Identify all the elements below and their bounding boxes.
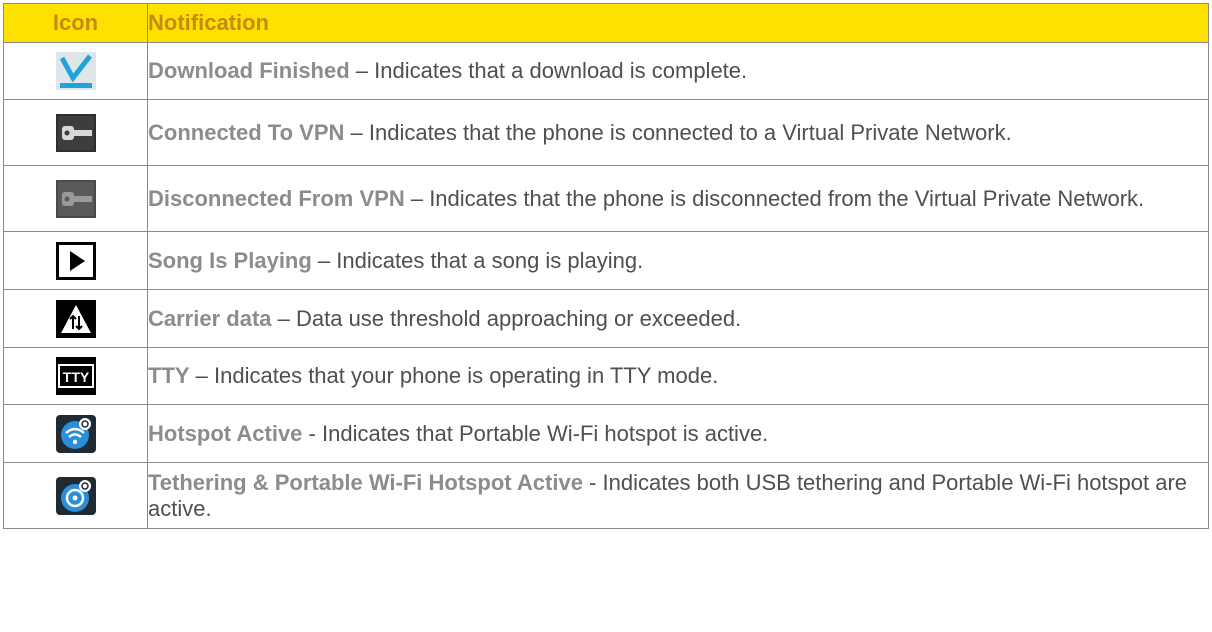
table-row: Hotspot Active - Indicates that Portable… bbox=[3, 404, 1209, 463]
notification-term: Carrier data bbox=[148, 305, 272, 331]
notification-term: Song Is Playing bbox=[148, 247, 312, 273]
notification-description: Indicates that the phone is disconnected… bbox=[429, 185, 1145, 211]
play-icon bbox=[55, 241, 96, 280]
notification-description: Indicates that Portable Wi-Fi hotspot is… bbox=[321, 420, 769, 446]
notification-term: Tethering & Portable Wi-Fi Hotspot Activ… bbox=[148, 469, 583, 495]
vpn-disconnected-icon bbox=[55, 179, 96, 218]
vpn-connected-icon bbox=[55, 113, 96, 152]
term-separator: - bbox=[302, 420, 322, 446]
notification-icons-table: Icon Notification Download Finished – In… bbox=[3, 3, 1209, 529]
table-header-row: Icon Notification bbox=[3, 3, 1209, 43]
notification-description: Indicates that your phone is operating i… bbox=[214, 363, 719, 388]
notification-term: Connected To VPN bbox=[148, 119, 345, 145]
term-separator: – bbox=[271, 305, 296, 331]
download-finished-icon bbox=[55, 52, 96, 90]
table-row: Carrier data – Data use threshold approa… bbox=[3, 289, 1209, 348]
carrier-data-warning-icon bbox=[55, 299, 96, 338]
notification-term: Disconnected From VPN bbox=[148, 185, 405, 211]
svg-text:TTY: TTY bbox=[62, 369, 89, 385]
term-separator: – bbox=[311, 247, 337, 273]
term-separator: – bbox=[404, 185, 430, 211]
term-separator: - bbox=[582, 469, 603, 495]
table-row: Download Finished – Indicates that a dow… bbox=[3, 42, 1209, 100]
notification-term: TTY bbox=[148, 363, 190, 388]
tethering-hotspot-active-icon bbox=[55, 476, 96, 515]
table-row: Song Is Playing – Indicates that a song … bbox=[3, 231, 1209, 290]
term-separator: – bbox=[189, 363, 215, 388]
table-row: Tethering & Portable Wi-Fi Hotspot Activ… bbox=[3, 462, 1209, 529]
notification-term: Download Finished bbox=[148, 58, 350, 83]
term-separator: – bbox=[349, 58, 375, 83]
hotspot-active-icon bbox=[55, 414, 96, 453]
notification-description: Data use threshold approaching or exceed… bbox=[295, 305, 742, 331]
table-row: Connected To VPN – Indicates that the ph… bbox=[3, 99, 1209, 166]
table-row: TTY TTY – Indicates that your phone is o… bbox=[3, 347, 1209, 405]
icon-column-header: Icon bbox=[3, 3, 148, 43]
notification-description: Indicates that a download is complete. bbox=[374, 58, 748, 83]
notification-column-header: Notification bbox=[147, 3, 1209, 43]
notification-description: Indicates that a song is playing. bbox=[336, 247, 644, 273]
table-row: Disconnected From VPN – Indicates that t… bbox=[3, 165, 1209, 232]
term-separator: – bbox=[344, 119, 369, 145]
tty-icon: TTY bbox=[55, 357, 96, 395]
notification-term: Hotspot Active bbox=[148, 420, 303, 446]
notification-description: Indicates that the phone is connected to… bbox=[368, 119, 1012, 145]
